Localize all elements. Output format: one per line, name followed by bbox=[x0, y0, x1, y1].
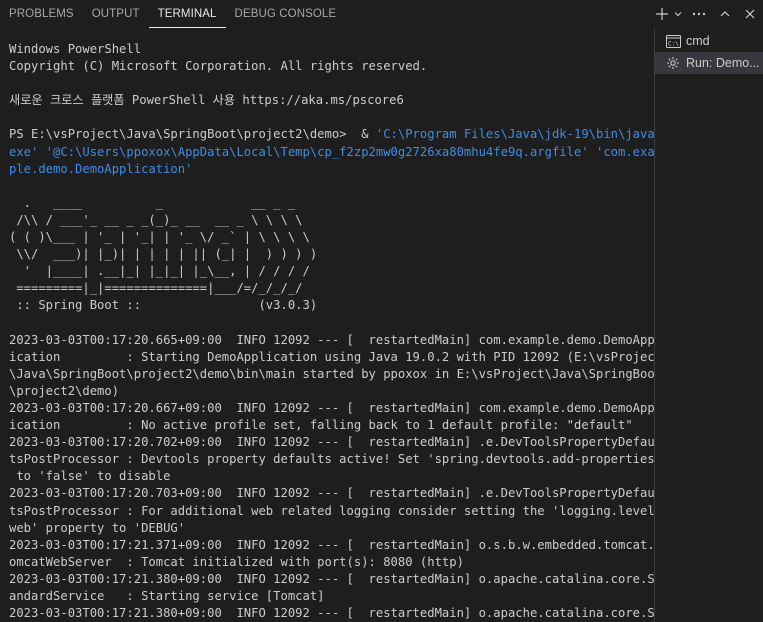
terminal-line: ' |____| .__|_| |_|_| |_\__, | / / / / bbox=[9, 264, 310, 279]
terminal-item-cmd[interactable]: C:\ cmd bbox=[655, 30, 763, 52]
more-actions-button[interactable] bbox=[685, 3, 713, 25]
terminal-line: andardService : Starting service [Tomcat… bbox=[9, 589, 325, 603]
terminal-line: web' property to 'DEBUG' bbox=[9, 520, 186, 535]
tab-debug-console[interactable]: DEBUG CONSOLE bbox=[226, 0, 346, 28]
terminal-line: ple.demo.DemoApplication' bbox=[9, 161, 193, 176]
terminal-line: omcatWebServer : Tomcat initialized with… bbox=[9, 554, 464, 569]
terminal-line: 2023-03-03T00:17:21.371+09:00 INFO 12092… bbox=[9, 537, 654, 552]
terminal-line: /\\ / ___'_ __ _ _(_)_ __ __ _ \ \ \ \ bbox=[9, 212, 303, 227]
terminal-line: 2023-03-03T00:17:20.667+09:00 INFO 12092… bbox=[9, 400, 654, 415]
terminal-item-label: cmd bbox=[686, 34, 710, 48]
terminal-line: \\/ ___)| |_)| | | | | || (_| | ) ) ) ) bbox=[9, 247, 318, 262]
terminal-line: tsPostProcessor : Devtools property defa… bbox=[9, 452, 654, 467]
terminal-line: . ____ _ __ _ _ bbox=[9, 195, 296, 210]
terminal-line: 새로운 크로스 플랫폼 PowerShell 사용 https://aka.ms… bbox=[9, 93, 404, 108]
svg-text:C:\: C:\ bbox=[668, 40, 679, 47]
terminal-item-label: Run: Demo... bbox=[686, 56, 760, 70]
terminal-line: 2023-03-03T00:17:21.380+09:00 INFO 12092… bbox=[9, 571, 654, 586]
terminal-line: PS E:\vsProject\Java\SpringBoot\project2… bbox=[9, 127, 654, 142]
ellipsis-icon bbox=[692, 12, 706, 16]
gear-icon bbox=[665, 55, 681, 71]
chevron-down-icon bbox=[673, 9, 683, 19]
close-icon bbox=[744, 8, 756, 20]
new-terminal-button[interactable] bbox=[653, 3, 671, 25]
terminal-line: exe' '@C:\Users\ppoxox\AppData\Local\Tem… bbox=[9, 144, 654, 159]
terminal-line: =========|_|==============|___/=/_/_/_/ bbox=[9, 281, 303, 296]
terminal-line: 2023-03-03T00:17:21.380+09:00 INFO 12092… bbox=[9, 606, 654, 621]
terminal-line: 2023-03-03T00:17:20.703+09:00 INFO 12092… bbox=[9, 486, 654, 501]
terminal-item-run-demo[interactable]: Run: Demo... bbox=[655, 52, 763, 74]
terminal-line: 2023-03-03T00:17:20.665+09:00 INFO 12092… bbox=[9, 332, 654, 347]
tab-terminal[interactable]: TERMINAL bbox=[148, 0, 226, 28]
terminal-output[interactable]: Windows PowerShell Copyright (C) Microsof… bbox=[0, 28, 654, 622]
terminal-line: ( ( )\___ | '_ | '_| | '_ \/ _` | \ \ \ … bbox=[9, 230, 310, 245]
panel-tabbar: PROBLEMS OUTPUT TERMINAL DEBUG CONSOLE bbox=[0, 0, 763, 28]
panel-divider[interactable] bbox=[654, 28, 655, 622]
terminal-line: ication : No active profile set, falling… bbox=[9, 418, 633, 433]
tab-output[interactable]: OUTPUT bbox=[83, 0, 149, 28]
tab-problems[interactable]: PROBLEMS bbox=[0, 0, 83, 28]
terminal-line: to 'false' to disable bbox=[9, 469, 171, 484]
terminal-line: Copyright (C) Microsoft Corporation. All… bbox=[9, 59, 428, 74]
terminal-line: tsPostProcessor : For additional web rel… bbox=[9, 503, 654, 518]
chevron-up-icon bbox=[719, 8, 731, 20]
panel-actions bbox=[653, 0, 763, 28]
maximize-panel-button[interactable] bbox=[713, 3, 737, 25]
terminal-profile-dropdown[interactable] bbox=[671, 3, 685, 25]
close-panel-button[interactable] bbox=[737, 3, 763, 25]
terminal-list: C:\ cmd Run: Demo... bbox=[655, 30, 763, 74]
terminal-line: \Java\SpringBoot\project2\demo\bin\main … bbox=[9, 366, 654, 381]
terminal-line: \project2\demo) bbox=[9, 383, 120, 398]
terminal-line: :: Spring Boot :: (v3.0.3) bbox=[9, 298, 318, 313]
terminal-lines: Windows PowerShell Copyright (C) Microsof… bbox=[0, 28, 654, 622]
terminal-line: ication : Starting DemoApplication using… bbox=[9, 349, 654, 364]
terminal-cmd-icon: C:\ bbox=[665, 33, 681, 49]
terminal-line: 2023-03-03T00:17:20.702+09:00 INFO 12092… bbox=[9, 435, 654, 450]
plus-icon bbox=[655, 7, 669, 21]
terminal-line: Windows PowerShell bbox=[9, 42, 142, 56]
